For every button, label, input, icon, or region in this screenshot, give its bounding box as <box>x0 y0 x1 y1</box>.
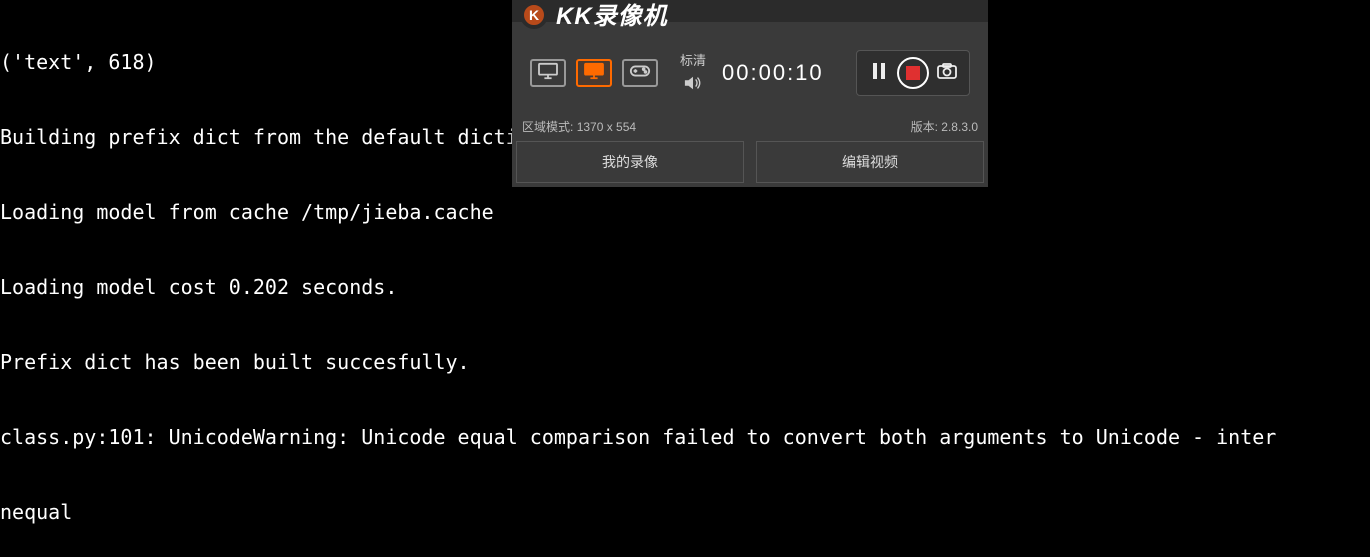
stop-record-button[interactable] <box>897 57 929 89</box>
pause-button[interactable] <box>865 59 893 87</box>
recording-timer: 00:00:10 <box>722 60 842 86</box>
screen-recorder-panel[interactable]: K KK录像机 <box>512 0 988 187</box>
recorder-title: KK录像机 <box>556 0 668 31</box>
terminal-line: class.py:101: UnicodeWarning: Unicode eq… <box>0 425 1370 450</box>
fullscreen-mode-button[interactable] <box>530 59 566 87</box>
my-recordings-button[interactable]: 我的录像 <box>516 141 744 183</box>
recording-controls <box>856 50 970 96</box>
terminal-line: Prefix dict has been built succesfully. <box>0 350 1370 375</box>
recorder-logo-icon: K <box>520 1 548 29</box>
terminal-line: Loading model from cache /tmp/jieba.cach… <box>0 200 1370 225</box>
edit-video-button[interactable]: 编辑视频 <box>756 141 984 183</box>
version-status: 版本: 2.8.3.0 <box>911 118 978 135</box>
recorder-titlebar[interactable]: K KK录像机 <box>512 0 988 22</box>
gamepad-icon <box>629 62 651 85</box>
region-mode-button[interactable] <box>576 59 612 87</box>
region-monitor-icon <box>583 62 605 85</box>
stop-icon <box>906 66 920 80</box>
camera-icon <box>937 63 957 84</box>
record-mode-group <box>530 59 658 87</box>
screenshot-button[interactable] <box>933 59 961 87</box>
monitor-icon <box>537 62 559 85</box>
game-mode-button[interactable] <box>622 59 658 87</box>
terminal-line: nequal <box>0 500 1370 525</box>
region-mode-status: 区域模式: 1370 x 554 <box>522 118 636 135</box>
sound-icon[interactable] <box>684 75 702 96</box>
terminal-line: Loading model cost 0.202 seconds. <box>0 275 1370 300</box>
pause-icon <box>872 63 886 84</box>
quality-label[interactable]: 标清 <box>680 50 706 69</box>
